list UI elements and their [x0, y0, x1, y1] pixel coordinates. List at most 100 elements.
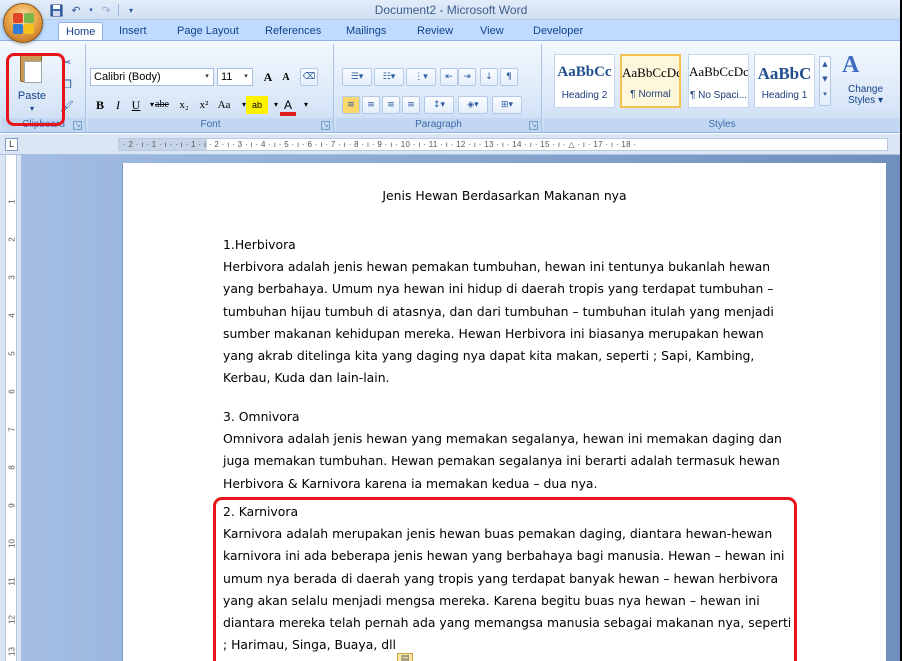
paragraph-launcher-icon[interactable]: ↘ — [529, 121, 538, 130]
vertical-ruler-number: 9 — [7, 503, 17, 508]
section-omnivora: 3. Omnivora Omnivora adalah jenis hewan … — [223, 406, 793, 495]
style-name: Heading 2 — [561, 90, 608, 101]
vertical-ruler-number: 13 — [7, 647, 17, 656]
vertical-ruler-strip[interactable]: 1 2 3 4 5 6 7 8 9 10 11 12 13 — [5, 155, 17, 661]
grow-font-button[interactable]: A — [260, 68, 276, 86]
shrink-font-button[interactable]: A — [278, 69, 294, 87]
line-spacing-icon[interactable]: ↕▾ — [424, 96, 454, 114]
paste-options-icon[interactable]: ▤ — [397, 653, 413, 661]
style-name: Heading 1 — [761, 90, 808, 101]
vertical-ruler-number: 7 — [7, 427, 17, 432]
style-sample: AaBbC — [757, 64, 812, 83]
decrease-indent-icon[interactable]: ⇤ — [440, 68, 458, 86]
section-herbivora: 1.Herbivora Herbivora adalah jenis hewan… — [223, 234, 793, 389]
style-no-spacing[interactable]: AaBbCcDc ¶ No Spaci... — [688, 54, 749, 108]
subscript-button[interactable]: x₂ — [176, 96, 192, 114]
vertical-ruler-number: 5 — [7, 351, 17, 356]
shading-icon[interactable]: ◈▾ — [458, 96, 488, 114]
clipboard-launcher-icon[interactable]: ↘ — [73, 121, 82, 130]
karnivora-highlight — [213, 497, 797, 661]
tab-insert[interactable]: Insert — [112, 22, 154, 40]
multilevel-list-icon[interactable]: ⋮▾ — [406, 68, 436, 86]
font-name-dropdown-icon[interactable]: ▾ — [201, 69, 213, 85]
tab-page-layout[interactable]: Page Layout — [170, 22, 246, 40]
style-sample: AaBbCc — [557, 64, 612, 80]
show-formatting-icon[interactable]: ¶ — [500, 68, 518, 86]
tab-mailings[interactable]: Mailings — [339, 22, 393, 40]
strikethrough-button[interactable]: abe — [154, 96, 170, 114]
align-left-icon[interactable]: ≡ — [342, 96, 360, 114]
style-sample: AaBbCcDc — [622, 65, 679, 80]
styles-scroll-icon[interactable]: ▲ ▼ ▾ — [819, 56, 831, 106]
bullets-icon[interactable]: ☰▾ — [342, 68, 372, 86]
vertical-ruler-number: 4 — [7, 313, 17, 318]
ribbon: Paste ▾ ✂ ❐ 🖌 Clipboard ↘ Calibri (Body)… — [0, 40, 902, 133]
font-group-label: Font — [88, 118, 333, 132]
superscript-button[interactable]: x² — [196, 96, 212, 114]
highlight-color-icon[interactable]: ab — [246, 96, 268, 114]
styles-group-label: Styles — [544, 118, 900, 132]
borders-icon[interactable]: ⊞▾ — [492, 96, 522, 114]
vertical-ruler-number: 10 — [7, 539, 17, 548]
tab-references[interactable]: References — [258, 22, 328, 40]
style-sample: AaBbCcDc — [689, 64, 748, 79]
change-case-button[interactable]: Aa — [216, 96, 232, 114]
change-styles-button[interactable]: Change Styles ▾ — [848, 84, 883, 106]
justify-icon[interactable]: ≡ — [402, 96, 420, 114]
increase-indent-icon[interactable]: ⇥ — [458, 68, 476, 86]
section-body: Omnivora adalah jenis hewan yang memakan… — [223, 431, 782, 491]
tab-developer[interactable]: Developer — [526, 22, 590, 40]
vertical-ruler: 1 2 3 4 5 6 7 8 9 10 11 12 13 — [0, 155, 22, 661]
style-name: ¶ No Spaci... — [689, 90, 748, 101]
font-name-value: Calibri (Body) — [94, 71, 161, 83]
vertical-ruler-number: 1 — [7, 199, 17, 204]
paragraph-group-label: Paragraph — [336, 118, 541, 132]
vertical-ruler-number: 6 — [7, 389, 17, 394]
change-styles-line1: Change — [848, 84, 884, 95]
ribbon-tabs: Home Insert Page Layout References Maili… — [0, 20, 902, 40]
font-size-dropdown-icon[interactable]: ▾ — [240, 69, 252, 85]
window-title: Document2 - Microsoft Word — [374, 3, 528, 17]
paragraph-group: ☰▾ ☷▾ ⋮▾ ⇤ ⇥ ↓ ¶ ≡ ≡ ≡ ≡ ↕▾ ◈▾ ⊞▾ Paragr… — [336, 44, 542, 132]
font-name-combo[interactable]: Calibri (Body) ▾ — [90, 68, 214, 86]
font-size-combo[interactable]: 11 ▾ — [217, 68, 253, 86]
horizontal-ruler: L · 2 · ı · 1 · ı · · ı · 1 · ı · 2 · ı … — [0, 134, 902, 155]
style-name: ¶ Normal — [630, 89, 671, 100]
bold-button[interactable]: B — [92, 96, 108, 114]
change-styles-line2: Styles ▾ — [848, 95, 884, 106]
italic-button[interactable]: I — [110, 96, 126, 114]
ruler-ticks: · 2 · ı · 1 · ı · · ı · 1 · ı · 2 · ı · … — [123, 140, 637, 149]
underline-button[interactable]: U — [128, 96, 144, 114]
style-heading-2[interactable]: AaBbCc Heading 2 — [554, 54, 615, 108]
change-styles-icon[interactable]: A — [842, 52, 859, 79]
tab-review[interactable]: Review — [410, 22, 460, 40]
vertical-ruler-number: 11 — [7, 577, 17, 586]
align-center-icon[interactable]: ≡ — [362, 96, 380, 114]
tab-view[interactable]: View — [473, 22, 511, 40]
numbering-icon[interactable]: ☷▾ — [374, 68, 404, 86]
document-page[interactable]: Jenis Hewan Berdasarkan Makanan nya 1.He… — [122, 163, 886, 661]
ruler-strip[interactable]: · 2 · ı · 1 · ı · · ı · 1 · ı · 2 · ı · … — [118, 138, 888, 151]
font-color-icon[interactable]: A — [280, 96, 296, 116]
tab-home[interactable]: Home — [58, 22, 104, 40]
style-normal[interactable]: AaBbCcDc ¶ Normal — [620, 54, 681, 108]
vertical-ruler-number: 2 — [7, 237, 17, 242]
vertical-ruler-number: 8 — [7, 465, 17, 470]
office-logo-icon — [13, 13, 35, 35]
office-button[interactable] — [3, 3, 43, 43]
vertical-ruler-number: 3 — [7, 275, 17, 280]
style-heading-1[interactable]: AaBbC Heading 1 — [754, 54, 815, 108]
document-workspace: Jenis Hewan Berdasarkan Makanan nya 1.He… — [22, 155, 902, 661]
align-right-icon[interactable]: ≡ — [382, 96, 400, 114]
sort-icon[interactable]: ↓ — [480, 68, 498, 86]
section-body: Herbivora adalah jenis hewan pemakan tum… — [223, 259, 774, 386]
section-title: 3. Omnivora — [223, 409, 300, 424]
font-color-dropdown-icon[interactable]: ▾ — [298, 96, 314, 114]
font-size-value: 11 — [221, 71, 233, 83]
font-launcher-icon[interactable]: ↘ — [321, 121, 330, 130]
clear-formatting-icon[interactable]: ⌫ — [300, 68, 318, 86]
tab-selector[interactable]: L — [5, 138, 18, 151]
document-heading: Jenis Hewan Berdasarkan Makanan nya — [382, 188, 627, 203]
styles-group: AaBbCc Heading 2 AaBbCcDc ¶ Normal AaBbC… — [544, 44, 900, 132]
font-group: Calibri (Body) ▾ 11 ▾ A A ⌫ B I U ▾ abe … — [88, 44, 334, 132]
